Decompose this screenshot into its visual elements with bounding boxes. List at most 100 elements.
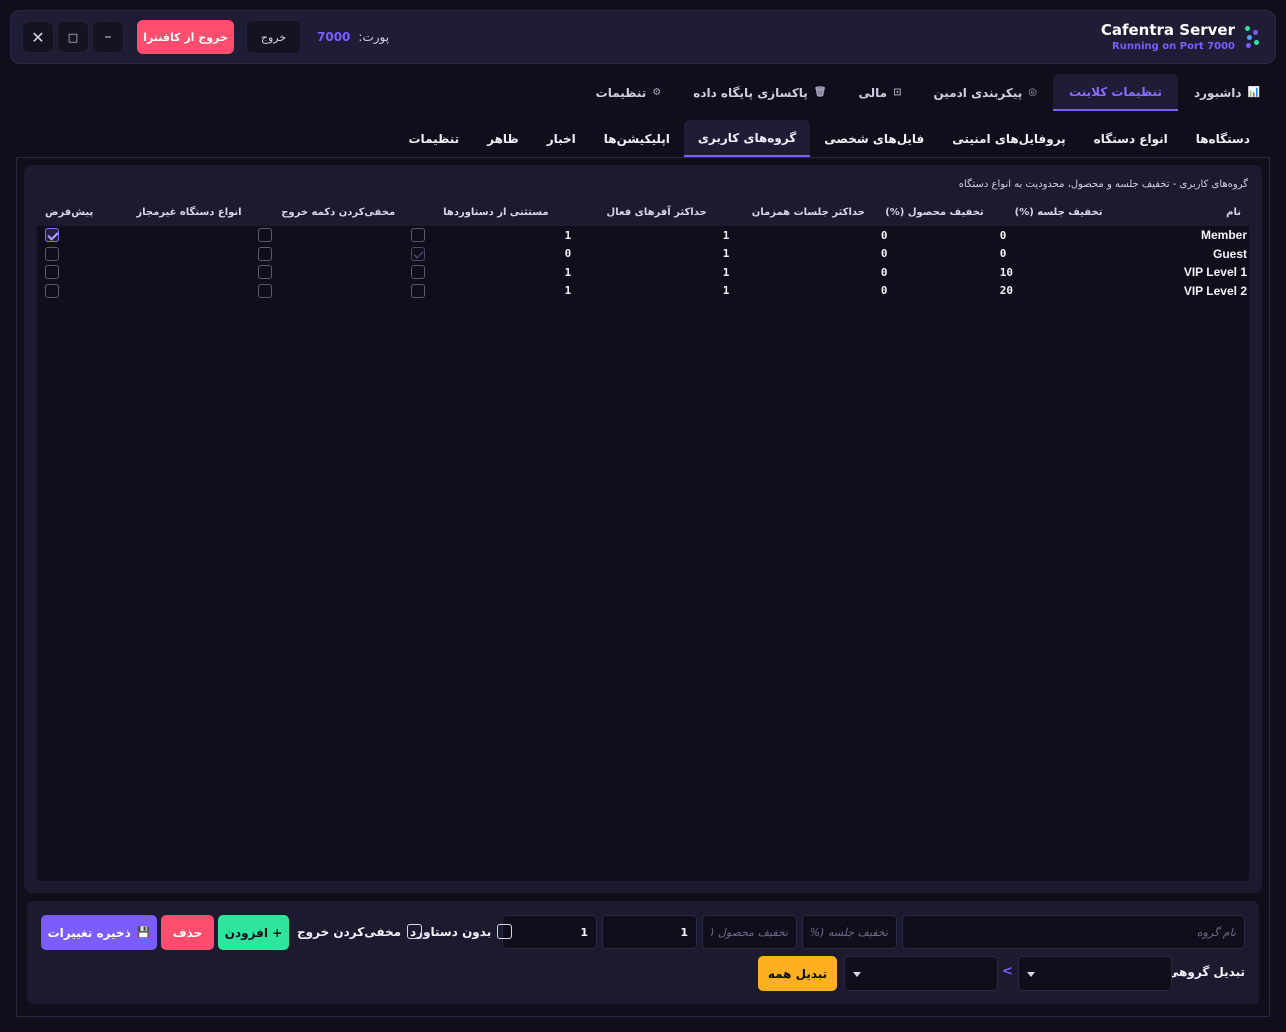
col-header-max-sessions[interactable]: حداکثر جلسات همزمان [714,199,873,226]
close-button[interactable]: ✕ [22,21,54,53]
hide-exit-checkbox[interactable] [257,283,272,298]
col-header-product-discount[interactable]: تخفیف محصول (%) [872,199,992,226]
subtab-security-profiles[interactable]: پروفایل‌های امنیتی [938,120,1079,157]
table-row[interactable]: VIP Level 1 10 0 1 1 [37,263,1249,282]
tab-label: پاکسازی پایگاه داده [693,85,808,100]
subtab-appearance[interactable]: ظاهر [473,120,533,157]
save-icon: 💾 [136,926,151,939]
exempt-achievements-checkbox[interactable] [411,246,426,261]
hide-exit-checkbox[interactable] [257,246,272,261]
default-cell [37,245,101,264]
tab-dashboard[interactable]: 📊 داشبورد [1178,74,1276,111]
col-header-exempt-achievements[interactable]: مستثنی از دستاوردها [403,199,557,226]
group-name-input[interactable] [902,915,1245,949]
hide-exit-label: مخفی‌کردن خروج [297,924,402,939]
max-offers-cell: 0 [564,247,572,261]
tab-settings[interactable]: ⚙ تنظیمات [580,74,678,111]
max-offers-input[interactable] [502,915,597,949]
default-cell [37,226,101,245]
subtab-news[interactable]: اخبار [533,120,590,157]
col-header-hide-exit[interactable]: مخفی‌کردن دکمه خروج [249,199,404,226]
save-label: ذخیره تغییرات [47,925,131,940]
exempt-achievements-cell [403,282,556,301]
close-icon: ✕ [31,27,45,47]
port-value: 7000 [317,30,351,44]
max-sessions-cell: 1 [722,247,730,261]
default-checkbox[interactable] [45,246,59,261]
minimize-button[interactable]: – [92,21,124,53]
subtab-personal-files[interactable]: فایل‌های شخصی [810,120,938,157]
col-header-denied-device-types[interactable]: انواع دستگاه غیرمجاز [101,199,250,226]
table-header-row: نام تخفیف جلسه (%) تخفیف محصول (%) حداکث… [37,199,1249,226]
default-checkbox[interactable] [45,265,59,280]
exempt-achievements-checkbox[interactable] [411,265,426,280]
exit-button[interactable]: خروج [246,20,301,54]
subtab-settings[interactable]: تنظیمات [395,120,474,157]
session-discount-input[interactable] [802,915,897,949]
tab-admin-config[interactable]: ◎ پیکربندی ادمین [918,74,1054,111]
default-cell [37,282,101,301]
subtab-applications[interactable]: اپلیکیشن‌ها [590,120,684,157]
exempt-achievements-cell [403,226,556,245]
product-discount-cell: 0 [880,228,888,242]
hide-exit-checkbox[interactable] [407,924,423,939]
table-row[interactable]: VIP Level 2 20 0 1 1 [37,282,1249,301]
hide-exit-cell [250,226,404,245]
tab-label: پیکربندی ادمین [933,85,1023,100]
user-groups-table-container[interactable]: نام تخفیف جلسه (%) تخفیف محصول (%) حداکث… [37,199,1249,881]
exempt-achievements-cell [403,263,556,282]
convert-all-button[interactable]: تبدیل همه [758,956,837,991]
table-row[interactable]: Member 0 0 1 1 [37,226,1249,245]
app-title: Cafentra Server [1100,21,1235,39]
tab-label: داشبورد [1193,85,1242,100]
hide-exit-checkbox[interactable] [257,265,272,280]
session-discount-cell: 0 [999,228,1007,242]
subtab-device-types[interactable]: انواع دستگاه [1080,120,1182,157]
group-name-cell: Member [1200,228,1247,243]
col-header-session-discount[interactable]: تخفیف جلسه (%) [991,199,1111,226]
no-achievements-label: بدون دستاورد [410,924,492,939]
subtab-devices[interactable]: دستگاه‌ها [1182,120,1264,157]
col-header-max-offers[interactable]: حداکثر آفرهای فعال [556,199,715,226]
tab-database-cleanup[interactable]: 🗑 پاکسازی پایگاه داده [677,74,842,111]
add-button[interactable]: + افزودن [218,915,289,950]
exempt-achievements-checkbox[interactable] [411,283,426,298]
delete-button[interactable]: حذف [161,915,214,950]
user-groups-table: نام تخفیف جلسه (%) تخفیف محصول (%) حداکث… [37,199,1249,300]
product-discount-input[interactable] [702,915,797,949]
gear-icon: ⚙ [652,87,662,98]
product-discount-cell: 0 [880,247,888,261]
hide-exit-option[interactable]: مخفی‌کردن خروج [297,924,423,939]
group-name-cell: VIP Level 1 [1183,265,1247,280]
panel-description: گروه‌های کاربری - تخفیف جلسه و محصول، مح… [958,179,1248,190]
no-achievements-checkbox[interactable] [497,924,513,939]
table-row[interactable]: Guest 0 0 1 0 [37,245,1249,264]
hide-exit-cell [250,245,404,264]
port-label: پورت: [358,30,390,44]
default-cell [37,263,101,282]
convert-from-select[interactable] [1018,956,1172,991]
convert-to-select[interactable] [844,956,998,991]
product-discount-cell: 0 [880,284,888,298]
hide-exit-checkbox[interactable] [257,228,272,243]
default-checkbox[interactable] [45,228,59,243]
no-achievements-option[interactable]: بدون دستاورد [410,924,513,939]
denied-device-types-cell [101,226,249,245]
max-sessions-cell: 1 [722,228,730,242]
exit-cafentra-button[interactable]: خروج از کافنترا [137,20,234,54]
col-header-default[interactable]: پیش‌فرض [37,199,102,226]
default-checkbox[interactable] [45,283,59,298]
col-header-name[interactable]: نام [1110,199,1249,226]
tab-label: تنظیمات [595,85,647,100]
max-sessions-cell: 1 [722,284,730,298]
save-button[interactable]: 💾 ذخیره تغییرات [41,915,157,950]
denied-device-types-cell [101,245,249,264]
tab-client-settings[interactable]: تنظیمات کلاینت [1053,74,1178,111]
gear-circle-icon: ◎ [1028,87,1037,98]
subtab-user-groups[interactable]: گروه‌های کاربری [683,120,811,157]
maximize-button[interactable]: □ [57,21,89,53]
tab-finance[interactable]: ⊡ مالی [843,74,918,111]
max-sessions-input[interactable] [602,915,697,949]
exempt-achievements-checkbox[interactable] [411,228,426,243]
product-discount-cell: 0 [880,265,888,279]
